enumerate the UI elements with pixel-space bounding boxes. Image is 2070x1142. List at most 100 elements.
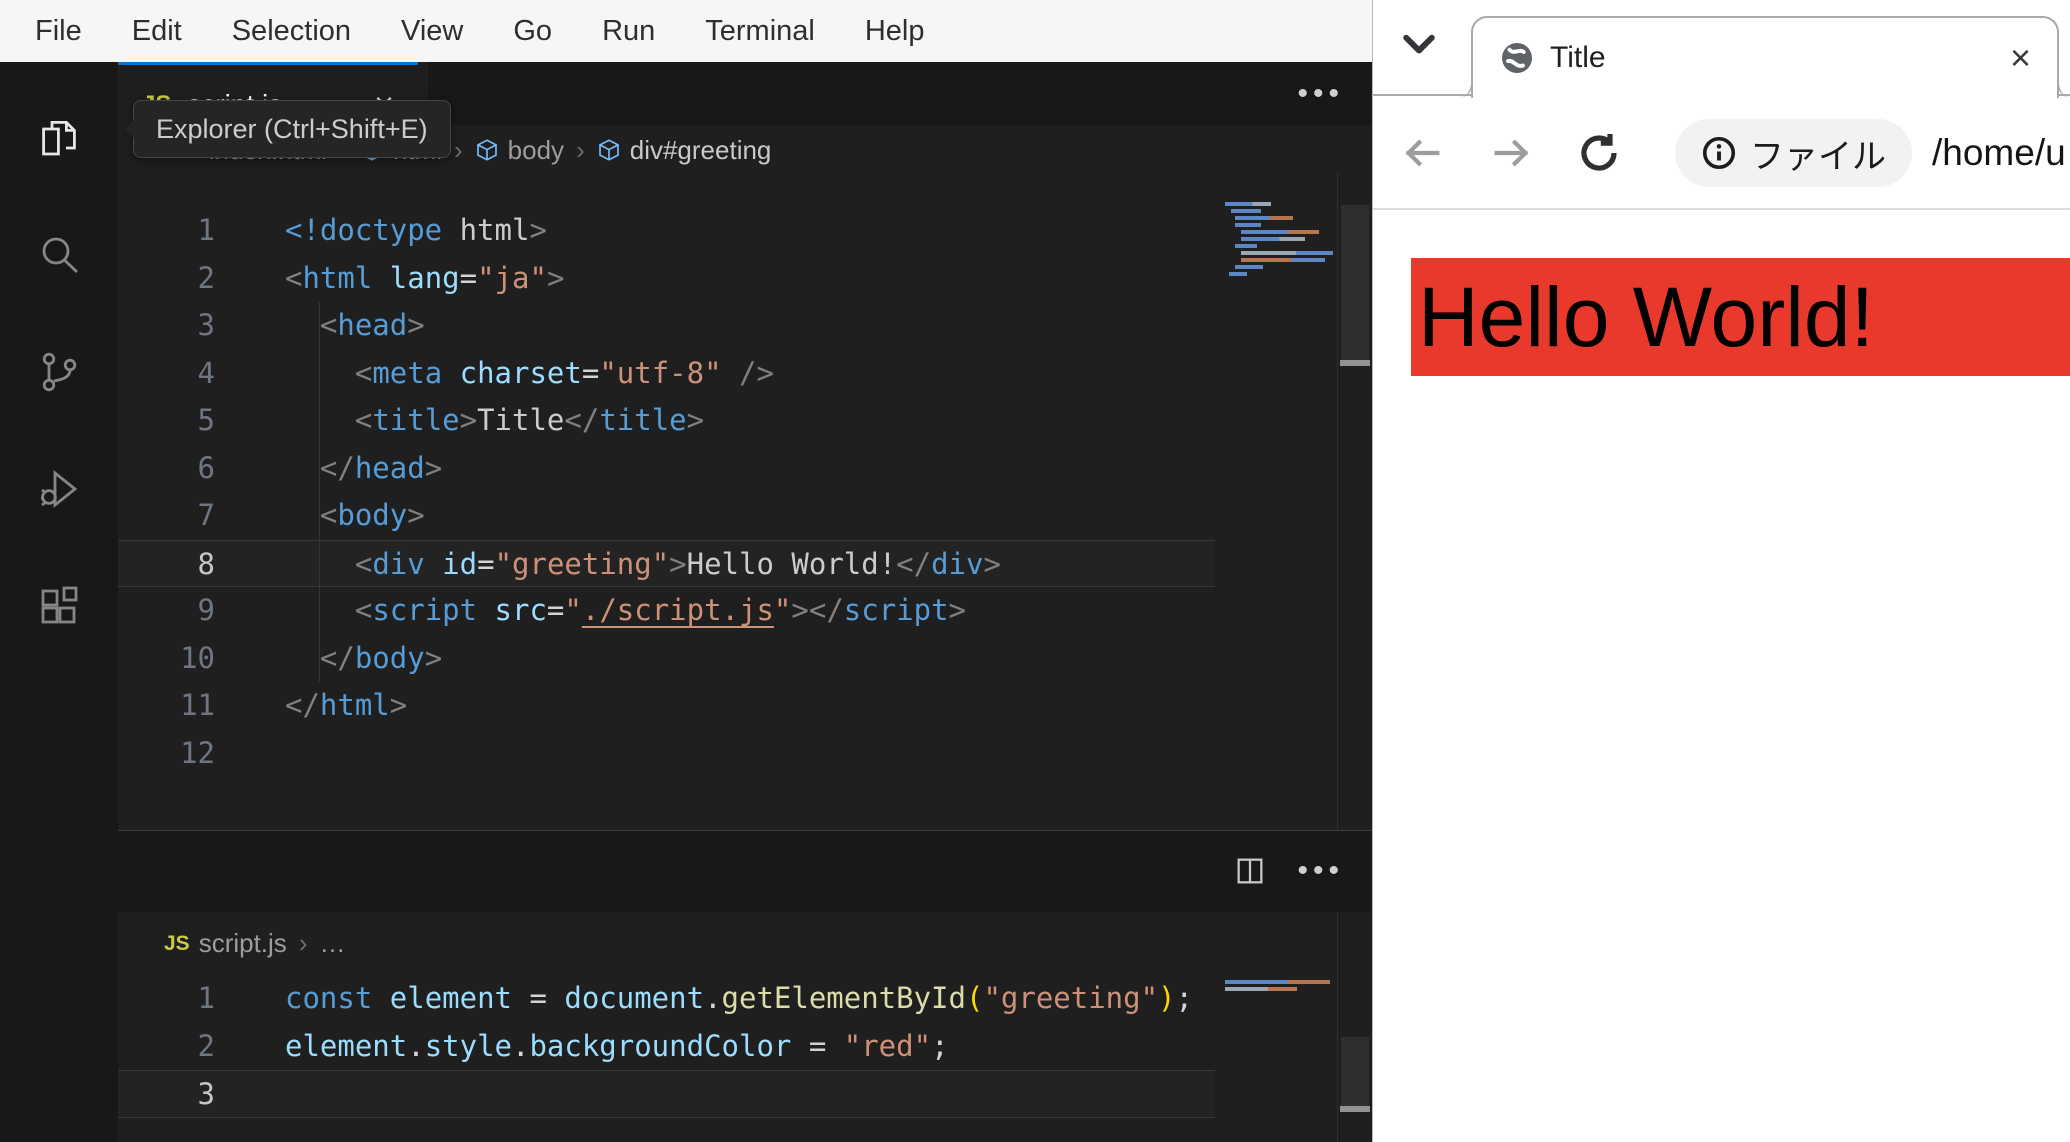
chip-label: ファイル — [1750, 137, 1886, 176]
forward-button[interactable] — [1489, 130, 1535, 176]
line-number: 12 — [180, 735, 215, 770]
code-text: <html lang="ja"> — [285, 260, 565, 295]
activity-bar — [0, 62, 118, 1142]
menu-bar: File Edit Selection View Go Run Terminal Help — [0, 0, 1372, 62]
breadcrumb: JS script.js › … — [118, 912, 1372, 975]
screenshot: File Edit Selection View Go Run Terminal Help — [0, 0, 2070, 1142]
line-number: 8 — [197, 546, 215, 581]
breadcrumb-item[interactable]: div#greeting — [630, 135, 772, 166]
search-icon — [42, 237, 78, 273]
close-tab-icon[interactable]: × — [2010, 40, 2031, 76]
menu-help[interactable]: Help — [840, 15, 950, 48]
run-debug-icon — [41, 469, 78, 508]
js-file-icon: JS — [164, 931, 190, 955]
line-number: 10 — [180, 640, 215, 675]
reload-button[interactable] — [1575, 129, 1623, 177]
breadcrumb-item[interactable]: script.js — [199, 928, 287, 959]
symbol-cube-icon — [598, 139, 619, 161]
code-line[interactable]: 7 <body> — [118, 492, 1215, 540]
browser-window: Title × ファイル /home/u Hello World! — [1372, 0, 2070, 1142]
code-line[interactable]: 9 <script src="./script.js"></script> — [118, 587, 1215, 635]
line-number: 11 — [180, 688, 215, 722]
code-line[interactable]: 2 element.style.backgroundColor = "red"; — [118, 1023, 1215, 1071]
code-text: </body> — [215, 634, 442, 682]
breadcrumb-item[interactable]: … — [319, 928, 345, 959]
code-line[interactable]: 10 </body> — [118, 634, 1215, 682]
browser-viewport: Hello World! — [1373, 210, 2070, 1142]
scrollbar[interactable] — [1337, 172, 1372, 830]
js-code-editor[interactable]: 1 const element = document.getElementById… — [118, 975, 1215, 1118]
code-text: <head> — [215, 302, 425, 350]
menu-terminal[interactable]: Terminal — [680, 15, 840, 48]
code-text: <title>Title</title> — [215, 397, 704, 445]
menu-file[interactable]: File — [10, 15, 107, 48]
line-number: 4 — [197, 355, 215, 390]
extensions-icon — [41, 586, 78, 623]
line-number: 1 — [197, 981, 215, 1015]
code-line[interactable]: 8 <div id="greeting">Hello World!</div> — [118, 539, 1215, 587]
back-button[interactable] — [1399, 130, 1445, 176]
run-debug-button[interactable] — [0, 430, 118, 547]
tab-title: Title — [1550, 41, 1606, 74]
browser-tab-title[interactable]: Title × — [1471, 16, 2059, 98]
site-info-chip[interactable]: ファイル — [1675, 119, 1912, 187]
code-line[interactable]: 1 const element = document.getElementById… — [118, 975, 1215, 1023]
code-line[interactable]: 3 — [118, 1070, 1215, 1118]
code-line[interactable]: 2 <html lang="ja"> — [118, 255, 1215, 303]
code-line[interactable]: 4 <meta charset="utf-8" /> — [118, 349, 1215, 397]
line-number: 2 — [197, 1028, 215, 1063]
breadcrumb-separator: › — [576, 134, 585, 165]
tab-search-chevron-icon[interactable] — [1397, 30, 1441, 60]
extensions-button[interactable] — [0, 547, 118, 664]
line-number: 2 — [197, 260, 215, 295]
breadcrumb-separator: › — [298, 928, 308, 958]
code-text: </html> — [285, 688, 408, 722]
code-line[interactable]: 1 <!doctype html> — [118, 207, 1215, 255]
url-text: /home/u — [1932, 132, 2066, 173]
breadcrumb-separator: › — [454, 134, 463, 165]
search-button[interactable] — [0, 196, 118, 313]
more-actions-icon[interactable]: ••• — [1297, 78, 1344, 109]
explorer-button[interactable] — [0, 79, 118, 196]
code-line[interactable]: 6 </head> — [118, 444, 1215, 492]
source-control-button[interactable] — [0, 313, 118, 430]
address-bar[interactable]: /home/u — [1932, 132, 2070, 174]
menu-run[interactable]: Run — [577, 15, 680, 48]
menu-selection[interactable]: Selection — [207, 15, 376, 48]
code-line[interactable]: 3 <head> — [118, 302, 1215, 350]
html-code-editor[interactable]: 1 <!doctype html> 2 <html lang="ja"> 3 <head… — [118, 207, 1215, 777]
line-number: 3 — [197, 1077, 215, 1111]
code-text: <meta charset="utf-8" /> — [215, 349, 774, 397]
info-icon — [1702, 136, 1736, 170]
breadcrumb-item[interactable]: body — [508, 135, 564, 166]
code-text: element.style.backgroundColor = "red"; — [285, 1028, 949, 1063]
split-editor-icon[interactable] — [1233, 854, 1267, 888]
menu-view[interactable]: View — [376, 15, 488, 48]
greeting-text: Hello World! — [1418, 269, 1874, 364]
code-line[interactable]: 5 <title>Title</title> — [118, 397, 1215, 445]
menu-go[interactable]: Go — [488, 15, 577, 48]
editor-tabstrip-bottom — [118, 830, 1372, 912]
files-icon — [42, 120, 76, 155]
code-text: <script src="./script.js"></script> — [215, 587, 966, 635]
explorer-tooltip: Explorer (Ctrl+Shift+E) — [125, 100, 451, 158]
minimap[interactable] — [1225, 980, 1340, 994]
line-number: 1 — [197, 213, 215, 247]
line-number: 7 — [197, 498, 215, 532]
line-number: 3 — [197, 308, 215, 342]
editor-area: ••• <>index.html›html›body›div#greeting … — [118, 62, 1372, 1142]
scrollbar[interactable] — [1337, 912, 1372, 1142]
minimap[interactable] — [1225, 202, 1340, 279]
code-line[interactable]: 12 — [118, 730, 1215, 778]
more-actions-icon[interactable]: ••• — [1297, 856, 1344, 886]
code-text: <body> — [215, 492, 425, 540]
menu-edit[interactable]: Edit — [107, 15, 207, 48]
line-number: 6 — [197, 450, 215, 485]
code-line[interactable]: 11 </html> — [118, 682, 1215, 730]
tab-curve — [2057, 83, 2070, 98]
code-text: <div id="greeting">Hello World!</div> — [215, 540, 1001, 586]
tab-curve — [1456, 83, 1473, 98]
line-number: 9 — [197, 593, 215, 627]
